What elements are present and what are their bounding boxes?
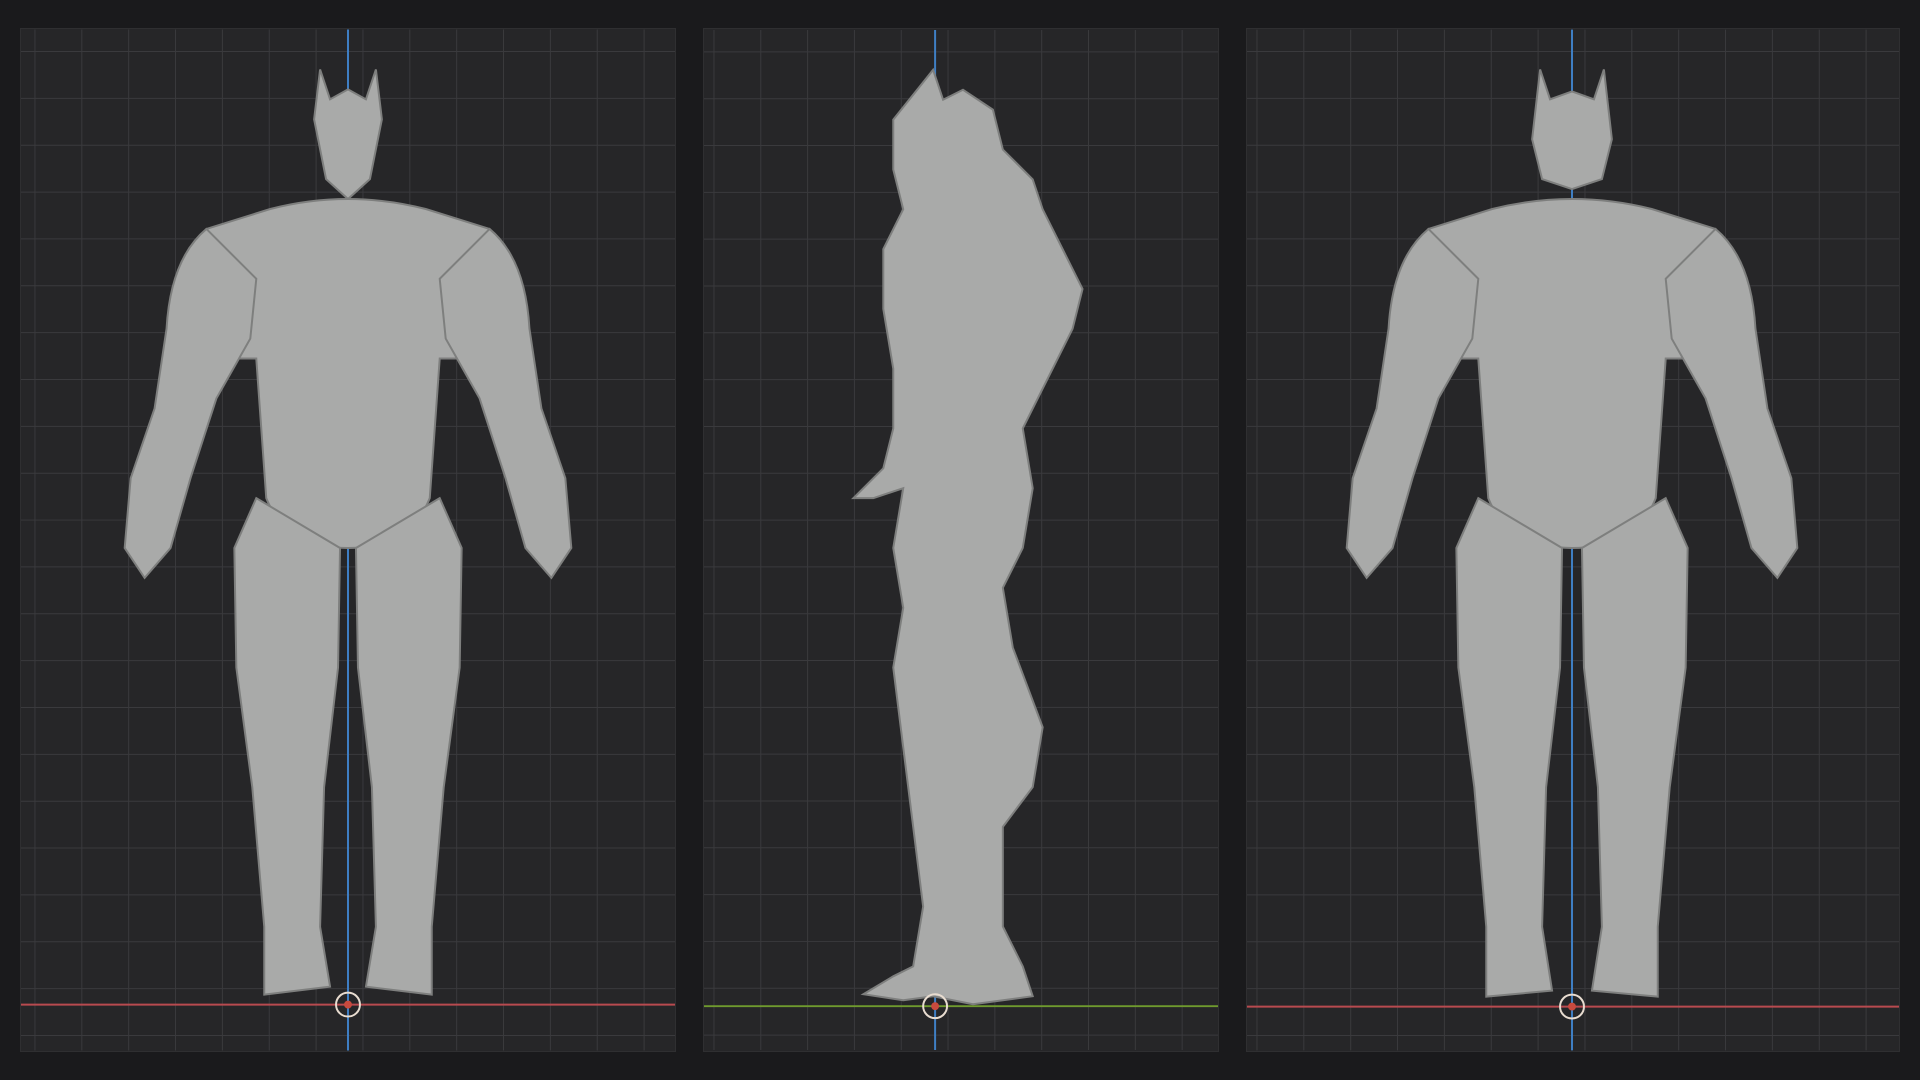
front-grid: [21, 29, 675, 1051]
creature-model-side[interactable]: [851, 67, 1084, 1006]
viewport-front[interactable]: [20, 28, 676, 1052]
viewport-workspace: [0, 0, 1920, 1080]
back-grid: [1247, 29, 1899, 1051]
viewport-side[interactable]: [703, 28, 1219, 1052]
viewport-back[interactable]: [1246, 28, 1900, 1052]
side-grid: [704, 29, 1218, 1051]
